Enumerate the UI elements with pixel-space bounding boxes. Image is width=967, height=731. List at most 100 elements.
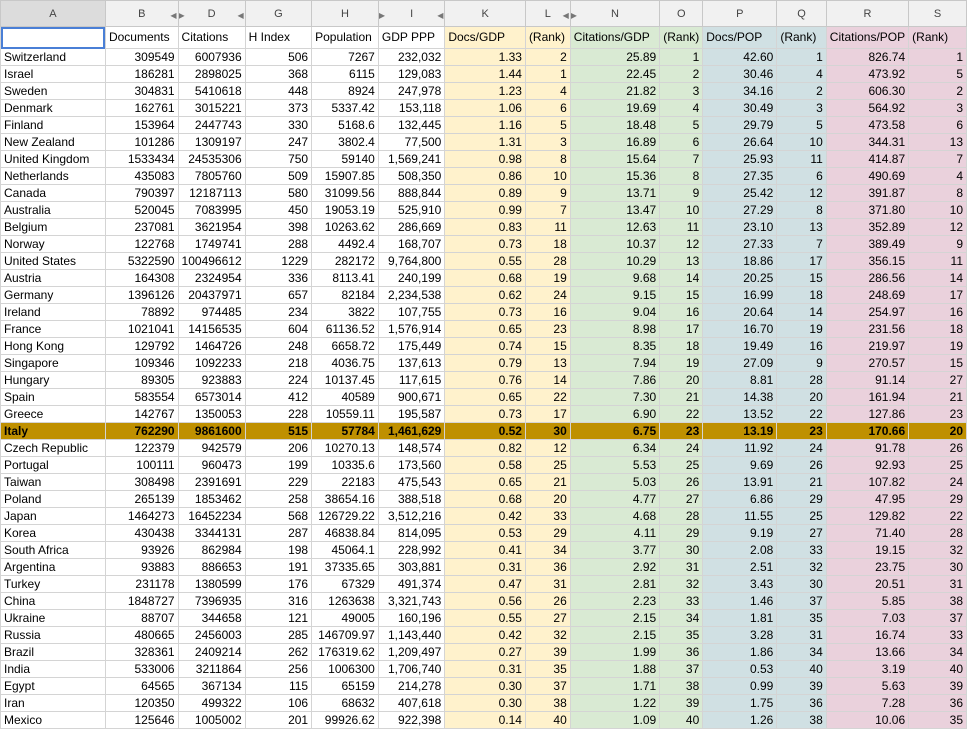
- value-cell[interactable]: 0.53: [702, 660, 778, 678]
- value-cell[interactable]: 248.69: [825, 286, 910, 304]
- value-cell[interactable]: 826.74: [825, 48, 910, 66]
- country-cell[interactable]: Egypt: [0, 677, 106, 695]
- value-cell[interactable]: 20.25: [702, 269, 778, 287]
- country-cell[interactable]: Czech Republic: [0, 439, 106, 457]
- value-cell[interactable]: 4492.4: [311, 235, 379, 253]
- value-cell[interactable]: 11: [524, 218, 571, 236]
- header-cell[interactable]: (Rank): [659, 26, 704, 49]
- value-cell[interactable]: 38: [659, 677, 704, 695]
- value-cell[interactable]: 27.09: [702, 354, 778, 372]
- column-header-o[interactable]: O: [659, 0, 704, 27]
- value-cell[interactable]: 23.75: [825, 558, 910, 576]
- value-cell[interactable]: 36: [908, 694, 967, 712]
- value-cell[interactable]: 1021041: [104, 320, 179, 338]
- value-cell[interactable]: 262: [244, 643, 313, 661]
- value-cell[interactable]: 6: [776, 167, 827, 185]
- value-cell[interactable]: 886653: [177, 558, 246, 576]
- value-cell[interactable]: 21: [659, 388, 704, 406]
- value-cell[interactable]: 3.43: [702, 575, 778, 593]
- value-cell[interactable]: 161.94: [825, 388, 910, 406]
- value-cell[interactable]: 19: [659, 354, 704, 372]
- value-cell[interactable]: 7: [908, 150, 967, 168]
- value-cell[interactable]: 65159: [311, 677, 379, 695]
- value-cell[interactable]: 93926: [104, 541, 179, 559]
- value-cell[interactable]: 3.28: [702, 626, 778, 644]
- column-header-b[interactable]: B ◀: [104, 0, 179, 27]
- value-cell[interactable]: 17: [524, 405, 571, 423]
- value-cell[interactable]: 2.15: [569, 609, 661, 627]
- value-cell[interactable]: 16: [776, 337, 827, 355]
- value-cell[interactable]: 3: [524, 133, 571, 151]
- value-cell[interactable]: 153964: [104, 116, 179, 134]
- value-cell[interactable]: 19053.19: [311, 201, 379, 219]
- value-cell[interactable]: 282172: [311, 252, 379, 270]
- value-cell[interactable]: 1749741: [177, 235, 246, 253]
- value-cell[interactable]: 10.06: [825, 711, 910, 729]
- value-cell[interactable]: 5322590: [104, 252, 179, 270]
- value-cell[interactable]: 129792: [104, 337, 179, 355]
- value-cell[interactable]: 17: [776, 252, 827, 270]
- value-cell[interactable]: 219.97: [825, 337, 910, 355]
- value-cell[interactable]: 3: [776, 99, 827, 117]
- value-cell[interactable]: 78892: [104, 303, 179, 321]
- value-cell[interactable]: 490.69: [825, 167, 910, 185]
- value-cell[interactable]: 67329: [311, 575, 379, 593]
- value-cell[interactable]: 8924: [311, 82, 379, 100]
- value-cell[interactable]: 8.81: [702, 371, 778, 389]
- value-cell[interactable]: 3,321,743: [377, 592, 446, 610]
- value-cell[interactable]: 373: [244, 99, 313, 117]
- value-cell[interactable]: 16: [524, 303, 571, 321]
- value-cell[interactable]: 344658: [177, 609, 246, 627]
- value-cell[interactable]: 26: [908, 439, 967, 457]
- value-cell[interactable]: 35: [776, 609, 827, 627]
- value-cell[interactable]: 31: [908, 575, 967, 593]
- value-cell[interactable]: 450: [244, 201, 313, 219]
- value-cell[interactable]: 5168.6: [311, 116, 379, 134]
- value-cell[interactable]: 26: [776, 456, 827, 474]
- value-cell[interactable]: 13.91: [702, 473, 778, 491]
- value-cell[interactable]: 3802.4: [311, 133, 379, 151]
- expand-hidden-columns-icon[interactable]: ▶: [379, 8, 385, 24]
- column-header-g[interactable]: G: [244, 0, 313, 27]
- header-cell[interactable]: (Rank): [524, 26, 571, 49]
- country-cell[interactable]: Hungary: [0, 371, 106, 389]
- value-cell[interactable]: 5.85: [825, 592, 910, 610]
- value-cell[interactable]: 6: [908, 116, 967, 134]
- value-cell[interactable]: 900,671: [377, 388, 446, 406]
- value-cell[interactable]: 352.89: [825, 218, 910, 236]
- value-cell[interactable]: 13.66: [825, 643, 910, 661]
- value-cell[interactable]: 11: [908, 252, 967, 270]
- value-cell[interactable]: 1464273: [104, 507, 179, 525]
- value-cell[interactable]: 42.60: [702, 48, 778, 66]
- value-cell[interactable]: 31: [524, 575, 571, 593]
- value-cell[interactable]: 1.06: [444, 99, 526, 117]
- value-cell[interactable]: 32: [776, 558, 827, 576]
- value-cell[interactable]: 49005: [311, 609, 379, 627]
- value-cell[interactable]: 24: [776, 439, 827, 457]
- value-cell[interactable]: 367134: [177, 677, 246, 695]
- value-cell[interactable]: 8: [776, 201, 827, 219]
- country-cell[interactable]: South Africa: [0, 541, 106, 559]
- value-cell[interactable]: 1,576,914: [377, 320, 446, 338]
- value-cell[interactable]: 9.04: [569, 303, 661, 321]
- value-cell[interactable]: 13: [908, 133, 967, 151]
- value-cell[interactable]: 37335.65: [311, 558, 379, 576]
- value-cell[interactable]: 9861600: [177, 422, 246, 440]
- value-cell[interactable]: 0.73: [444, 235, 526, 253]
- value-cell[interactable]: 525,910: [377, 201, 446, 219]
- value-cell[interactable]: 68632: [311, 694, 379, 712]
- value-cell[interactable]: 923883: [177, 371, 246, 389]
- value-cell[interactable]: 100496612: [177, 252, 246, 270]
- value-cell[interactable]: 7083995: [177, 201, 246, 219]
- value-cell[interactable]: 533006: [104, 660, 179, 678]
- value-cell[interactable]: 1,706,740: [377, 660, 446, 678]
- value-cell[interactable]: 16452234: [177, 507, 246, 525]
- value-cell[interactable]: 3211864: [177, 660, 246, 678]
- value-cell[interactable]: 29.79: [702, 116, 778, 134]
- column-header-s[interactable]: S: [908, 0, 967, 27]
- value-cell[interactable]: 26: [659, 473, 704, 491]
- value-cell[interactable]: 6573014: [177, 388, 246, 406]
- value-cell[interactable]: 1.46: [702, 592, 778, 610]
- value-cell[interactable]: 12187113: [177, 184, 246, 202]
- value-cell[interactable]: 499322: [177, 694, 246, 712]
